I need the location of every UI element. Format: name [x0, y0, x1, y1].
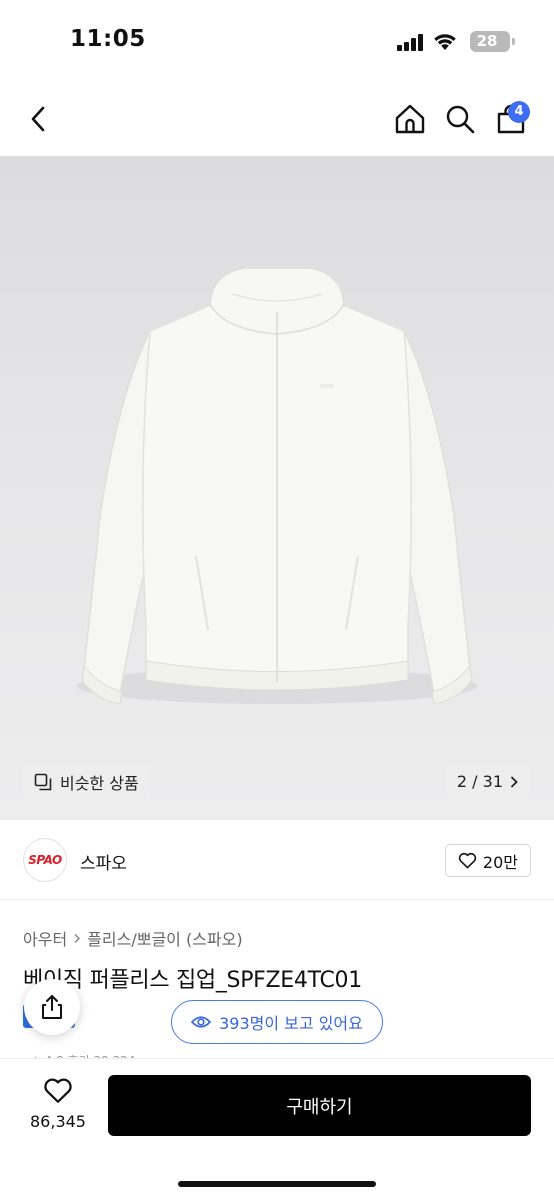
- eye-icon: [191, 1016, 212, 1028]
- wishlist-count: 86,345: [30, 1112, 86, 1131]
- brand-like-button[interactable]: 20만: [444, 844, 531, 877]
- brand-logo[interactable]: SPAO: [23, 838, 67, 882]
- image-counter-text: 2 / 31: [456, 772, 503, 791]
- breadcrumb: 아우터 플리스/뽀글이 (스파오): [23, 926, 243, 950]
- battery-level: 28: [476, 32, 498, 50]
- chevron-right-icon: [511, 776, 518, 787]
- wishlist-button[interactable]: 86,345: [22, 1077, 94, 1131]
- top-nav-bar: [0, 84, 554, 156]
- battery-icon: 28: [470, 31, 515, 52]
- copy-icon: [34, 773, 52, 790]
- similar-products-label: 비슷한 상품: [60, 773, 139, 793]
- fleece-jacket-image: [77, 267, 477, 705]
- search-icon: [446, 105, 475, 134]
- cellular-signal-icon: [397, 34, 427, 51]
- chevron-left-icon: [31, 106, 45, 132]
- heart-outline-icon: [44, 1078, 72, 1103]
- live-viewers-text: 393명이 보고 있어요: [219, 1014, 363, 1033]
- breadcrumb-item-outer[interactable]: 아우터: [23, 926, 67, 950]
- chevron-right-icon: [74, 933, 81, 943]
- cart-count-badge: 4: [508, 101, 530, 123]
- similar-products-button[interactable]: 비슷한 상품: [23, 765, 150, 798]
- brand-name[interactable]: 스파오: [80, 849, 127, 874]
- brand-like-count: 20만: [482, 852, 518, 872]
- bottom-action-bar: 86,345 구매하기: [0, 1058, 554, 1200]
- live-viewers-pill: 393명이 보고 있어요: [171, 1000, 383, 1044]
- brand-row[interactable]: SPAO 스파오 20만: [0, 820, 554, 900]
- back-button[interactable]: [22, 100, 56, 138]
- share-icon: [42, 995, 62, 1019]
- status-bar: 11:05 28: [0, 0, 554, 84]
- status-time: 11:05: [70, 26, 146, 52]
- heart-outline-icon: [458, 852, 477, 869]
- wifi-icon: [434, 34, 456, 50]
- search-button[interactable]: [443, 100, 477, 138]
- share-button[interactable]: [24, 979, 80, 1035]
- breadcrumb-item-fleece[interactable]: 플리스/뽀글이 (스파오): [87, 926, 242, 950]
- home-indicator: [178, 1181, 376, 1187]
- buy-button[interactable]: 구매하기: [108, 1075, 531, 1136]
- product-image[interactable]: 비슷한 상품 2 / 31: [0, 156, 554, 820]
- image-page-counter[interactable]: 2 / 31: [444, 765, 531, 798]
- home-icon: [395, 104, 425, 134]
- home-button[interactable]: [393, 100, 427, 138]
